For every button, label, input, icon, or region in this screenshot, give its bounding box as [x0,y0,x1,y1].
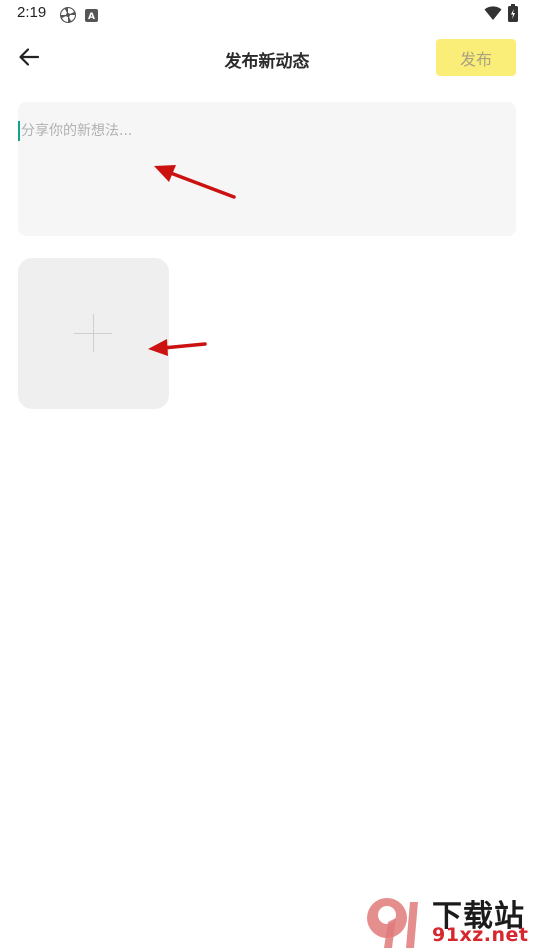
svg-text:A: A [88,12,95,22]
app-header: 发布新动态 发布 [0,30,534,86]
post-text-placeholder: 分享你的新想法... [21,123,133,139]
publish-button[interactable]: 发布 [436,39,516,76]
status-time: 2:19 [17,4,47,21]
battery-icon [508,4,518,26]
status-bar: 2:19 A [0,0,534,28]
wifi-icon [484,6,502,25]
text-cursor [18,121,20,141]
a-box-icon: A [85,7,98,26]
watermark-url: 91xz.net [432,924,529,946]
add-image-button[interactable] [18,258,169,409]
annotation-arrow-textarea [154,165,236,199]
annotation-arrow-image [148,339,207,356]
pinwheel-icon [59,6,77,28]
